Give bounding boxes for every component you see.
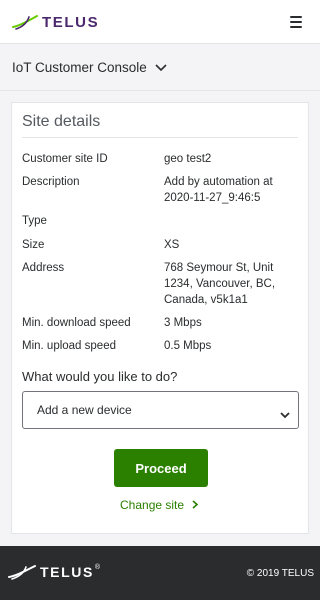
action-select[interactable]: Add a new device bbox=[22, 391, 299, 429]
detail-label: Type bbox=[22, 215, 47, 227]
site-details-card: Site details Customer site ID geo test2 … bbox=[11, 102, 309, 534]
detail-label: Size bbox=[22, 239, 45, 251]
change-site-label: Change site bbox=[120, 498, 185, 512]
copyright-text: © 2019 TELUS bbox=[246, 568, 314, 579]
footer: TELUS ® © 2019 TELUS bbox=[0, 546, 320, 600]
detail-label: Description bbox=[22, 176, 80, 188]
proceed-button[interactable]: Proceed bbox=[114, 449, 208, 487]
action-select-value: Add a new device bbox=[37, 403, 132, 417]
detail-label: Address bbox=[22, 262, 65, 274]
detail-value: 0.5 Mbps bbox=[164, 340, 212, 352]
change-site-link[interactable]: Change site bbox=[120, 498, 199, 512]
console-selector[interactable]: IoT Customer Console bbox=[0, 45, 320, 91]
registered-mark: ® bbox=[94, 564, 101, 571]
action-question: What would you like to do? bbox=[22, 369, 178, 384]
detail-value: XS bbox=[164, 239, 180, 251]
chevron-right-icon bbox=[192, 498, 199, 512]
detail-value: Add by automation at 2020-11-27_9:46:5 bbox=[164, 176, 273, 204]
telus-swoosh-icon bbox=[8, 565, 36, 580]
detail-label: Customer site ID bbox=[22, 153, 108, 165]
detail-value: 768 Seymour St, Unit 1234, Vancouver, BC… bbox=[164, 262, 276, 306]
hamburger-menu-icon[interactable] bbox=[290, 16, 302, 28]
footer-brand-name: TELUS bbox=[40, 564, 94, 580]
card-title: Site details bbox=[22, 113, 101, 130]
chevron-down-icon bbox=[155, 59, 167, 77]
top-navigation-bar: TELUS bbox=[0, 0, 320, 44]
console-label: IoT Customer Console bbox=[12, 60, 147, 75]
detail-label: Min. download speed bbox=[22, 317, 131, 329]
divider bbox=[22, 137, 298, 138]
brand-name: TELUS bbox=[42, 13, 100, 31]
chevron-down-icon bbox=[280, 406, 290, 424]
footer-telus-logo[interactable]: TELUS ® bbox=[8, 564, 100, 580]
telus-swoosh-icon bbox=[12, 15, 38, 30]
detail-value: geo test2 bbox=[164, 153, 212, 165]
detail-label: Min. upload speed bbox=[22, 340, 116, 352]
detail-value: 3 Mbps bbox=[164, 317, 202, 329]
telus-logo[interactable]: TELUS bbox=[12, 12, 99, 32]
